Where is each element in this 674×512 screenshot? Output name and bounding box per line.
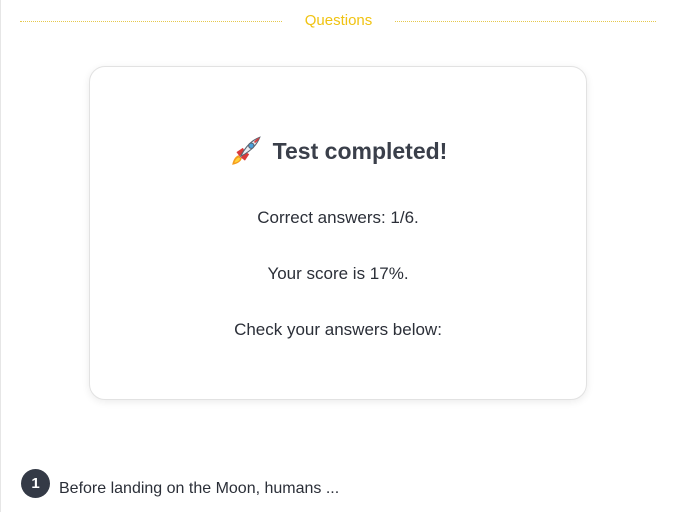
result-title: Test completed! — [272, 137, 448, 164]
result-heading: Test completed! — [90, 131, 586, 171]
question-number-badge: 1 — [21, 468, 50, 498]
question-text: Before landing on the Moon, humans ... — [59, 480, 340, 497]
section-title: Questions — [304, 12, 373, 29]
header-divider-left — [20, 21, 282, 22]
correct-answers-text: Correct answers: 1/6. — [257, 208, 419, 227]
left-divider — [0, 0, 1, 512]
score-text: Your score is 17%. — [267, 264, 409, 283]
result-card: Test completed! Correct answers: 1/6. Yo… — [89, 66, 587, 400]
header-divider-right — [395, 21, 656, 22]
instruction-text: Check your answers below: — [234, 320, 442, 339]
rocket-icon — [231, 136, 261, 165]
section-header: Questions — [20, 10, 656, 34]
question-item: 1 Before landing on the Moon, humans ... — [21, 468, 339, 498]
